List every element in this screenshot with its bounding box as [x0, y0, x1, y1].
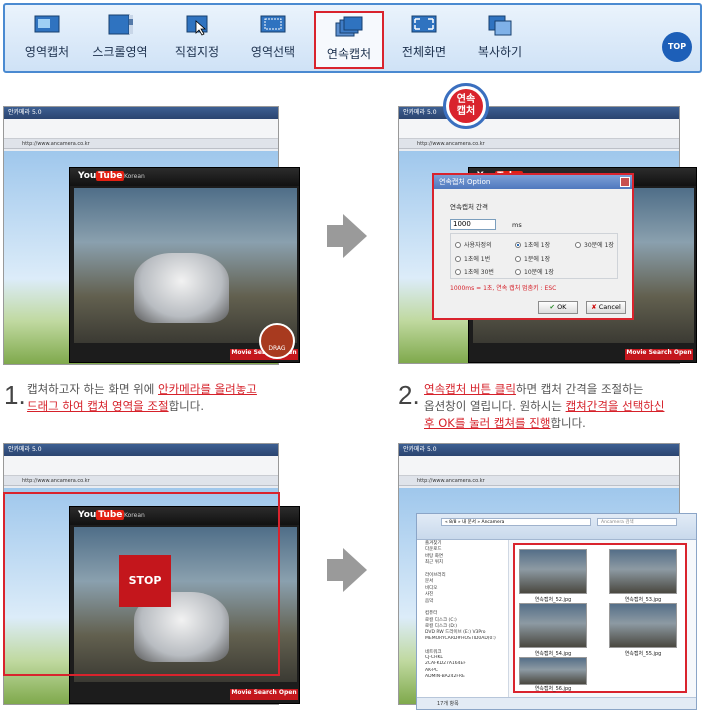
- file-name: 연속캡처_54.jpg: [534, 651, 572, 657]
- app-toolbar: [4, 119, 278, 139]
- ok-button[interactable]: ✔ OK: [538, 301, 578, 314]
- toolbar-button-region-capture[interactable]: 영역캡처: [12, 11, 82, 69]
- file-thumbnail[interactable]: [519, 549, 587, 594]
- toolbar-label: 영역선택: [250, 45, 296, 59]
- toolbar-label: 영역캡처: [24, 45, 70, 59]
- toolbar-label: 직접지정: [174, 45, 220, 59]
- file-name: 연속캡처_52.jpg: [534, 597, 572, 603]
- youtube-logo: You Tube: [78, 171, 125, 181]
- continuous-capture-badge: 연속 캡처: [443, 83, 489, 129]
- continuous-capture-dialog: 연속캡처 Option 연속캡처 간격 1000 ms 사용자정의 1초에 1장…: [432, 173, 634, 320]
- toolbar-button-area-select[interactable]: 영역선택: [238, 11, 308, 69]
- file-thumbnail[interactable]: [519, 603, 587, 648]
- app-title: 안카메라 5.0: [4, 107, 278, 119]
- file-name: 연속캡처_55.jpg: [624, 651, 662, 657]
- explorer-header: « 8/8 » 내 문서 » Ancamera Ancamera 검색: [417, 514, 696, 540]
- radio-option[interactable]: 30분에 1장: [575, 240, 614, 249]
- file-thumbnail[interactable]: [609, 603, 677, 648]
- radio-option[interactable]: 1초에 1번: [455, 254, 490, 263]
- youtube-subtitle: Korean: [124, 173, 145, 180]
- continuous-capture-icon: [335, 16, 363, 37]
- copy-icon: [488, 15, 512, 36]
- explorer-path[interactable]: « 8/8 » 내 문서 » Ancamera: [441, 518, 591, 526]
- drag-handle[interactable]: DRAG: [259, 323, 295, 359]
- file-name: 연속캡처_56.jpg: [534, 686, 572, 692]
- dialog-note: 1000ms = 1초, 연속 캡처 멈춤키 : ESC: [450, 285, 557, 292]
- file-name: 연속캡처_53.jpg: [624, 597, 662, 603]
- toolbar-button-direct-select[interactable]: 직접지정: [162, 11, 232, 69]
- file-thumbnail[interactable]: [519, 657, 587, 685]
- explorer-search[interactable]: Ancamera 검색: [597, 518, 677, 526]
- step1-text: 캡쳐하고자 하는 화면 위에 안카메라를 올려놓고 드래그 하여 캡쳐 영역을 …: [27, 382, 257, 413]
- explorer-status: 17개 항목: [417, 697, 696, 709]
- radio-option[interactable]: 1초에 1장: [515, 240, 550, 249]
- toolbar-label: 스크롤영역: [92, 45, 148, 59]
- top-button[interactable]: TOP: [662, 32, 692, 62]
- step2-text: 연속캡처 버튼 클릭하면 캡처 간격을 조절하는 옵션창이 열립니다. 원하시는…: [424, 382, 665, 430]
- direct-select-icon: [186, 15, 208, 36]
- address-bar: http://www.ancamera.co.kr: [4, 139, 278, 149]
- interval-label: 연속캡처 간격: [450, 203, 488, 211]
- toolbar-button-continuous-capture[interactable]: 연속캡처: [314, 11, 384, 69]
- arrow-right-icon: [327, 548, 367, 592]
- arrow-right-icon: [327, 214, 367, 258]
- interval-input[interactable]: 1000: [450, 219, 496, 230]
- fullscreen-icon: [411, 15, 437, 33]
- toolbar-button-copy[interactable]: 복사하기: [465, 11, 535, 69]
- step-number: 2.: [398, 380, 420, 410]
- radio-option[interactable]: 1분에 1장: [515, 254, 550, 263]
- region-capture-icon: [34, 15, 60, 33]
- explorer-sidebar: 즐겨찾기 다운로드 바탕 화면 최근 위치 라이브러리 문서 비디오 사진 음악 컴퓨터 로컬 디스…: [417, 540, 509, 697]
- toolbar-button-fullscreen[interactable]: 전체화면: [389, 11, 459, 69]
- video-frame: [74, 188, 297, 343]
- captured-files-grid: 연속캡처_52.jpg 연속캡처_53.jpg 연속캡처_54.jpg 연속캡처…: [513, 543, 687, 693]
- toolbar-label: 복사하기: [477, 45, 523, 59]
- cancel-button[interactable]: ✘ Cancel: [586, 301, 626, 314]
- movie-search-button[interactable]: Movie Search Open: [625, 349, 693, 360]
- file-explorer-window: « 8/8 » 내 문서 » Ancamera Ancamera 검색 즐겨찾기…: [416, 513, 697, 710]
- step-number: 1.: [4, 380, 26, 410]
- movie-search-button[interactable]: Movie Search Open: [230, 689, 298, 700]
- capture-toolbar: 영역캡처 스크롤영역 직접지정 영역선택 연속캡처 전체화면 복사하기 TOP: [3, 3, 702, 73]
- radio-option[interactable]: 10분에 1장: [515, 267, 554, 276]
- scroll-capture-icon: [108, 14, 133, 35]
- close-icon[interactable]: [620, 177, 630, 187]
- interval-options: 사용자정의 1초에 1장 30분에 1장 1초에 1번 1분에 1장 1초에 3…: [450, 233, 618, 279]
- toolbar-label: 연속캡처: [326, 47, 372, 61]
- toolbar-label: 전체화면: [401, 45, 447, 59]
- stop-button[interactable]: STOP: [119, 555, 171, 607]
- toolbar-button-scroll-area[interactable]: 스크롤영역: [85, 11, 155, 69]
- radio-option[interactable]: 1초에 30번: [455, 267, 494, 276]
- unit-label: ms: [512, 221, 522, 229]
- radio-option[interactable]: 사용자정의: [455, 240, 492, 249]
- file-thumbnail[interactable]: [609, 549, 677, 594]
- area-select-icon: [260, 15, 286, 33]
- dialog-title: 연속캡처 Option: [434, 175, 632, 189]
